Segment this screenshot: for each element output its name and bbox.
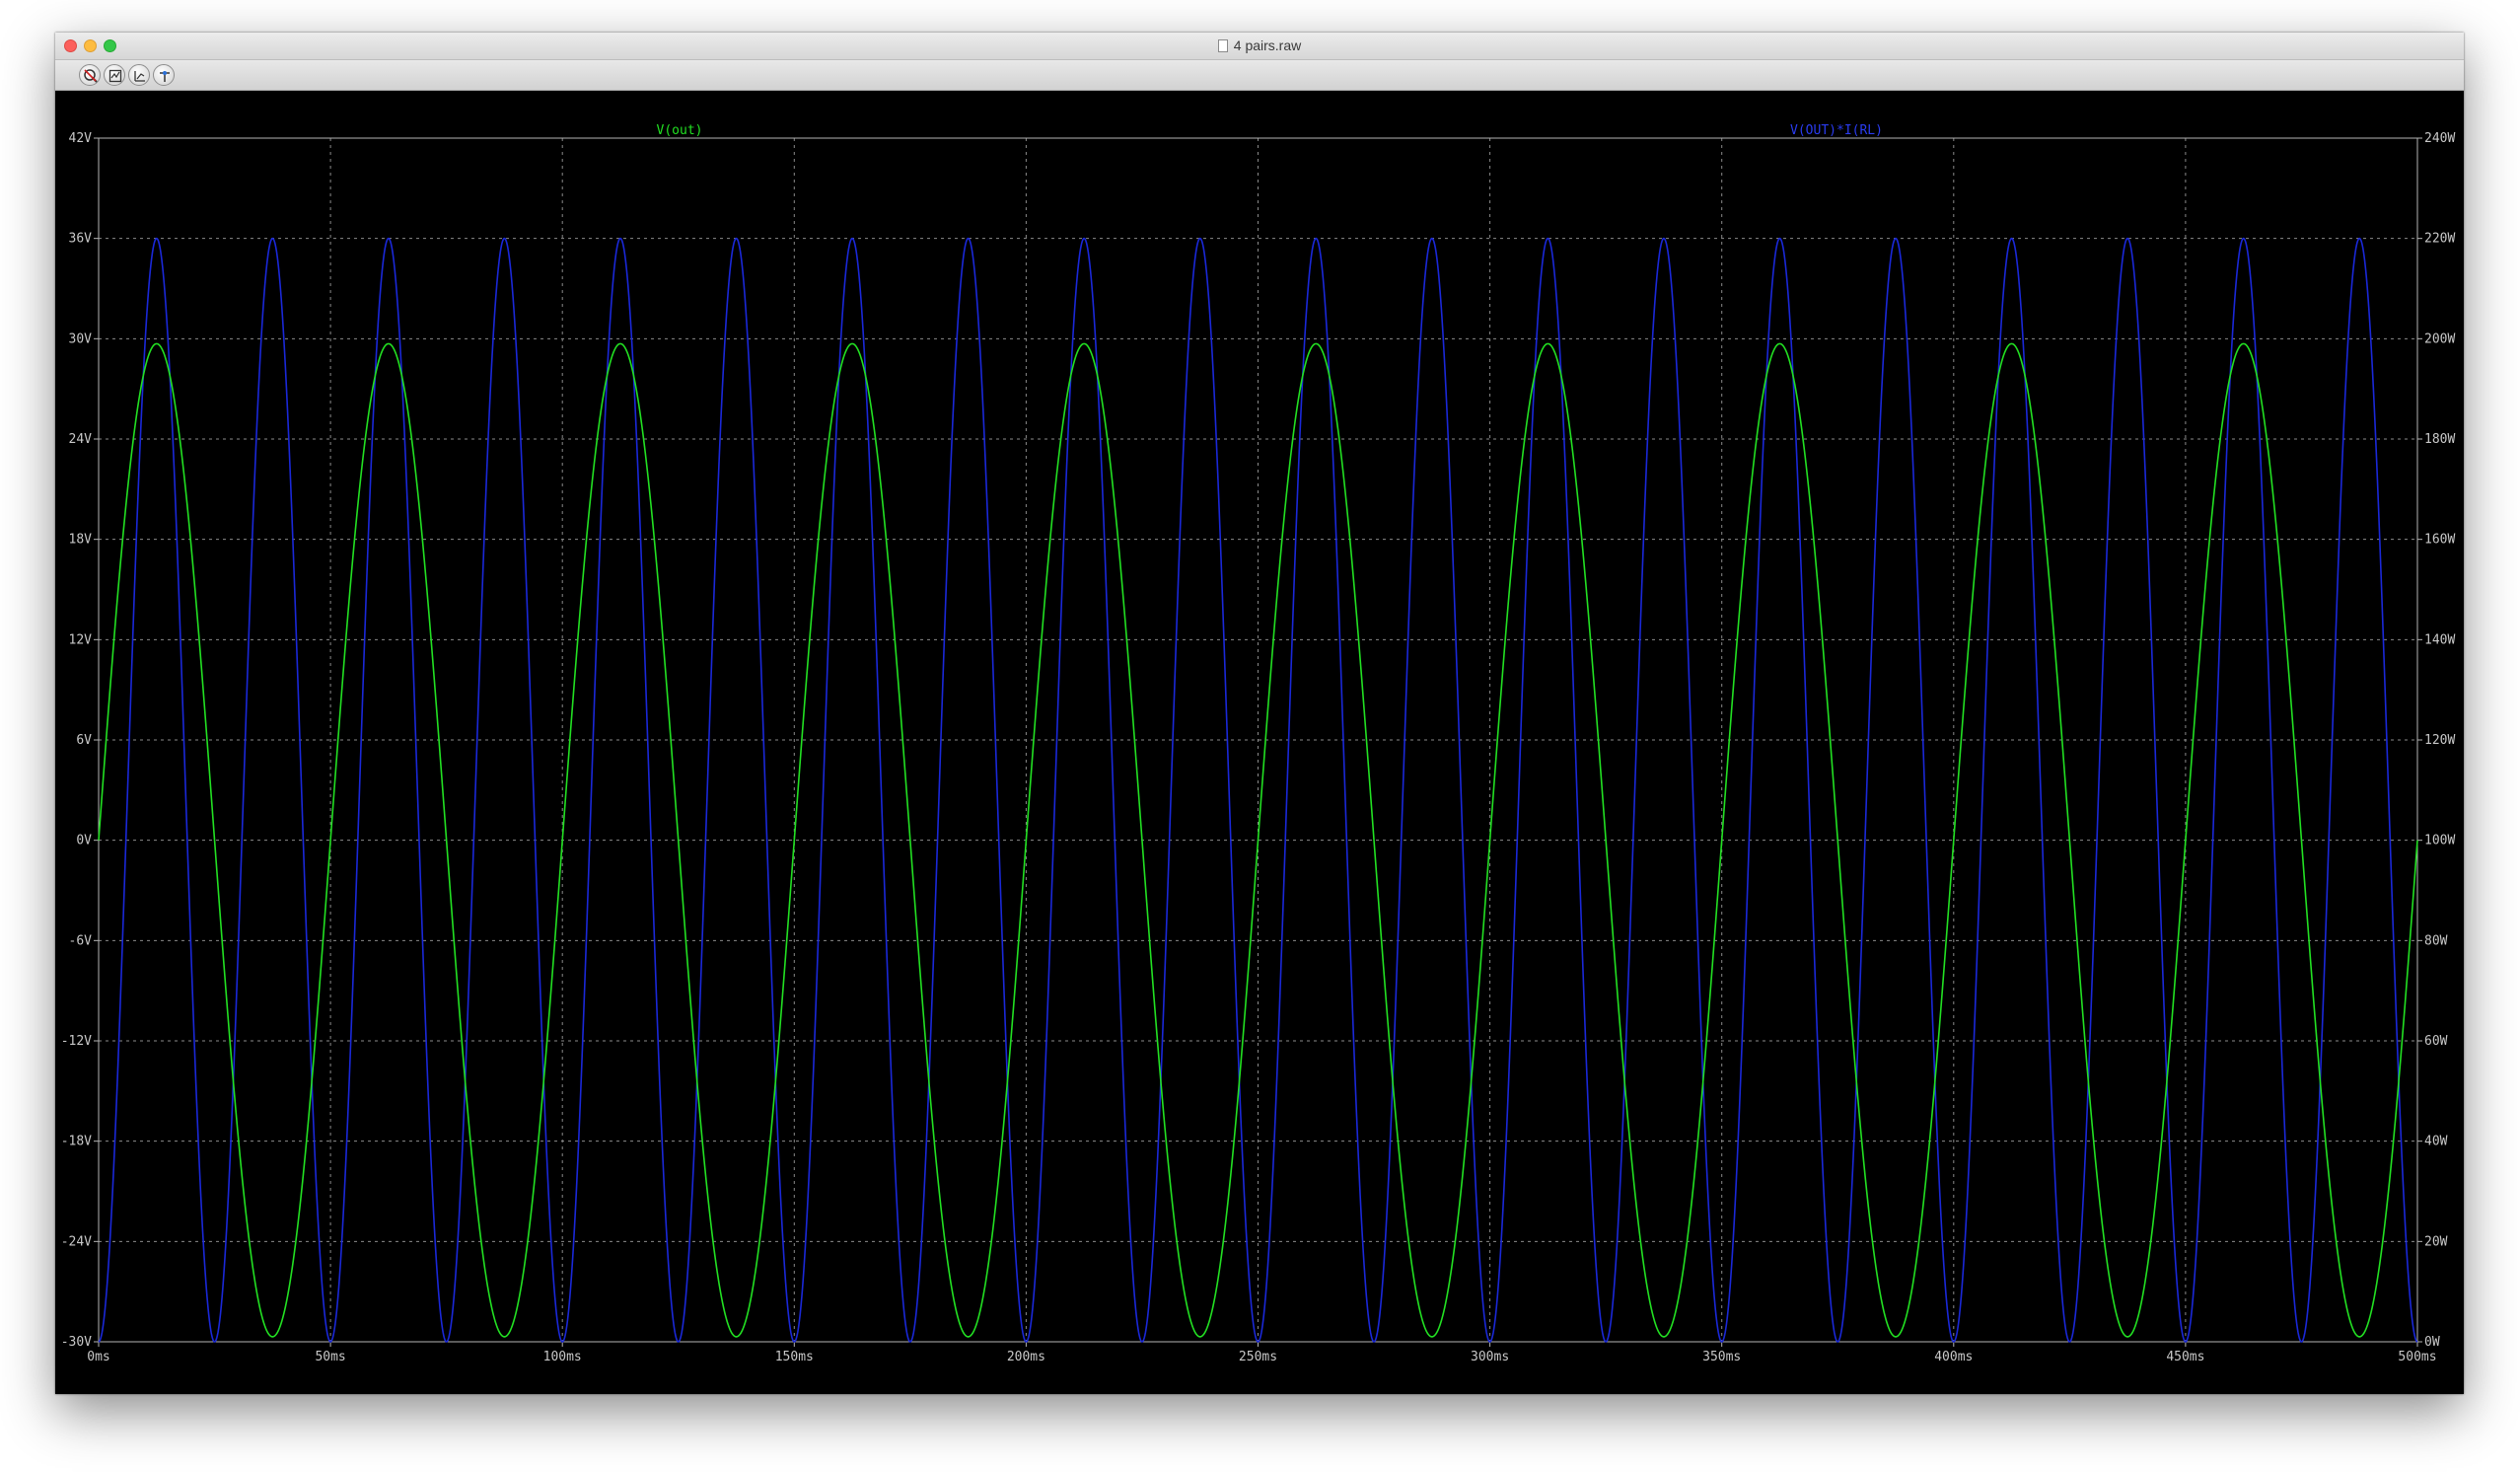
x-tick-label: 350ms bbox=[1702, 1350, 1741, 1364]
x-tick-label: 100ms bbox=[543, 1350, 582, 1364]
zoom-cancel-button[interactable] bbox=[79, 64, 101, 86]
left-tick-label: 18V bbox=[69, 533, 93, 548]
left-tick-label: 24V bbox=[69, 432, 93, 447]
window-title-area: 4 pairs.raw bbox=[55, 33, 2464, 59]
x-tick-label: 250ms bbox=[1239, 1350, 1277, 1364]
autorange-button[interactable] bbox=[104, 64, 125, 86]
window-title: 4 pairs.raw bbox=[1233, 37, 1302, 53]
right-tick-label: 160W bbox=[2424, 533, 2455, 548]
left-tick-label: 30V bbox=[69, 331, 93, 346]
pan-icon bbox=[160, 71, 170, 82]
left-tick-label: -12V bbox=[61, 1034, 92, 1049]
document-icon bbox=[1217, 39, 1228, 52]
left-tick-label: 42V bbox=[69, 131, 93, 146]
toolbar bbox=[55, 60, 2464, 91]
x-tick-label: 400ms bbox=[1934, 1350, 1973, 1364]
x-tick-label: 200ms bbox=[1007, 1350, 1045, 1364]
trace-label-power[interactable]: V(OUT)*I(RL) bbox=[1790, 123, 1883, 138]
left-tick-label: 36V bbox=[69, 232, 93, 247]
x-tick-label: 50ms bbox=[315, 1350, 345, 1364]
right-tick-label: 80W bbox=[2424, 933, 2448, 948]
right-tick-label: 60W bbox=[2424, 1034, 2448, 1049]
trace-label-vout[interactable]: V(out) bbox=[657, 123, 703, 138]
plot-window: 4 pairs.raw -30V -24V -18V -12V -6V 0V 6… bbox=[55, 33, 2464, 1394]
left-tick-label: 0V bbox=[76, 834, 92, 848]
x-tick-label: 300ms bbox=[1471, 1350, 1509, 1364]
right-tick-label: 120W bbox=[2424, 733, 2455, 748]
right-tick-label: 40W bbox=[2424, 1135, 2448, 1149]
right-tick-label: 220W bbox=[2424, 232, 2455, 247]
title-bar[interactable]: 4 pairs.raw bbox=[55, 33, 2464, 60]
left-tick-label: -6V bbox=[69, 933, 93, 948]
zoom-cancel-icon bbox=[84, 69, 98, 83]
left-tick-label: -18V bbox=[61, 1135, 92, 1149]
pan-button[interactable] bbox=[153, 64, 175, 86]
left-tick-label: 12V bbox=[69, 632, 93, 647]
right-tick-label: 100W bbox=[2424, 834, 2455, 848]
right-tick-label: 180W bbox=[2424, 432, 2455, 447]
waveform-plot[interactable]: -30V -24V -18V -12V -6V 0V 6V 12V 18V 24V 30V 36V 42… bbox=[55, 91, 2464, 1394]
x-tick-label: 150ms bbox=[775, 1350, 814, 1364]
right-tick-label: 0W bbox=[2424, 1335, 2440, 1350]
right-tick-label: 140W bbox=[2424, 632, 2455, 647]
right-tick-label: 200W bbox=[2424, 331, 2455, 346]
left-tick-label: 6V bbox=[76, 733, 92, 748]
left-tick-label: -30V bbox=[61, 1335, 92, 1350]
left-tick-label: -24V bbox=[61, 1234, 92, 1249]
right-tick-label: 20W bbox=[2424, 1234, 2448, 1249]
x-tick-label: 0ms bbox=[87, 1350, 109, 1364]
x-tick-label: 500ms bbox=[2398, 1350, 2436, 1364]
right-tick-label: 240W bbox=[2424, 131, 2455, 146]
zoom-fit-icon bbox=[134, 71, 145, 82]
zoom-fit-button[interactable] bbox=[128, 64, 150, 86]
x-tick-label: 450ms bbox=[2166, 1350, 2204, 1364]
autorange-icon bbox=[108, 69, 122, 83]
